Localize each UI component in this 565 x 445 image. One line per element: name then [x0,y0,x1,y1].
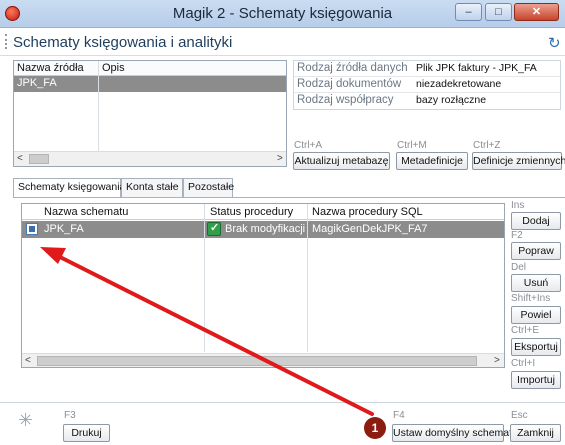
annotation-step-badge: 1 [364,417,386,439]
annotation-arrow-head [40,247,66,264]
annotation-arrow [40,247,374,416]
annotation-arrow-line [56,254,374,416]
